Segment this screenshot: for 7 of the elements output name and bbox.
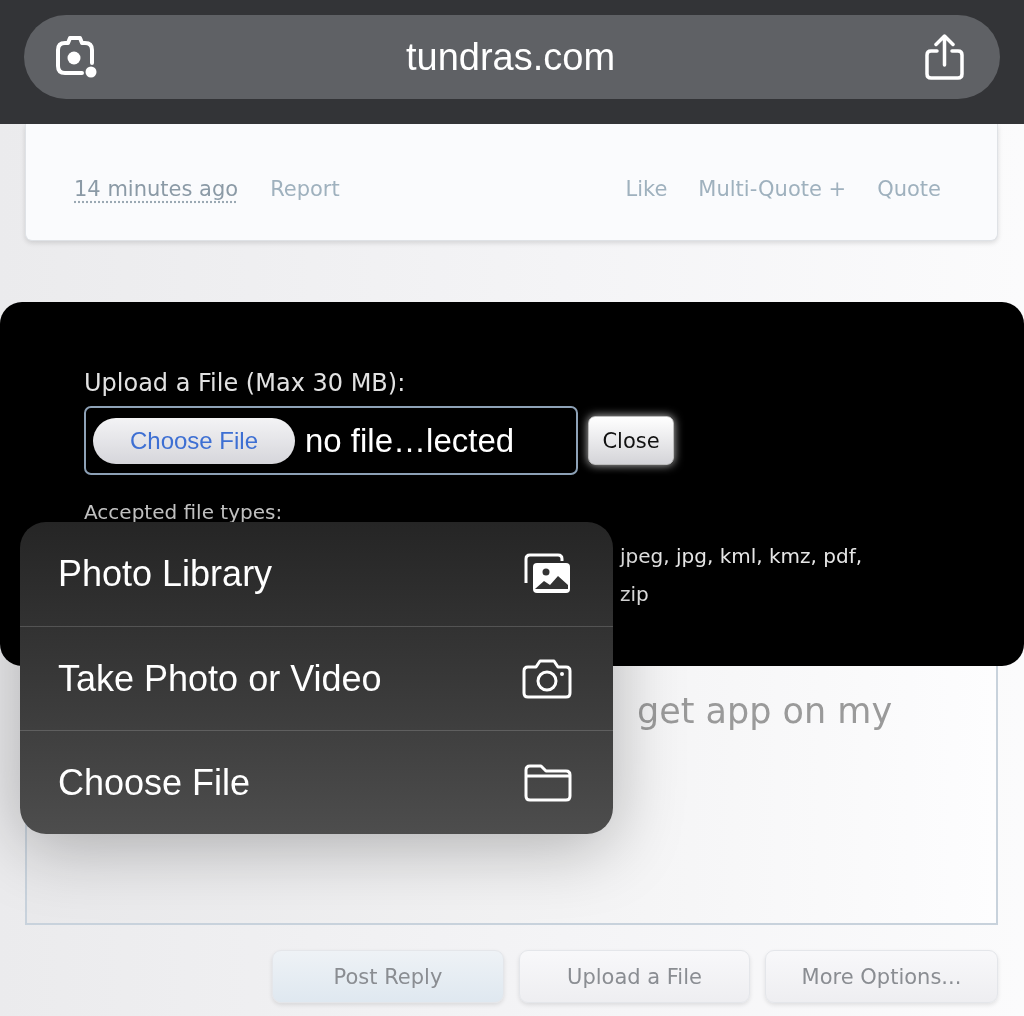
file-status-text: no file…lected	[305, 421, 515, 460]
url-text: tundras.com	[404, 35, 617, 79]
reply-text: get app on my	[637, 690, 893, 733]
upload-title: Upload a File (Max 30 MB):	[84, 368, 407, 398]
file-types-text: zip	[620, 581, 650, 608]
accepted-types-label: Accepted file types:	[84, 499, 284, 525]
file-types-text: jpeg, jpg, kml, kmz, pdf,	[620, 543, 864, 570]
